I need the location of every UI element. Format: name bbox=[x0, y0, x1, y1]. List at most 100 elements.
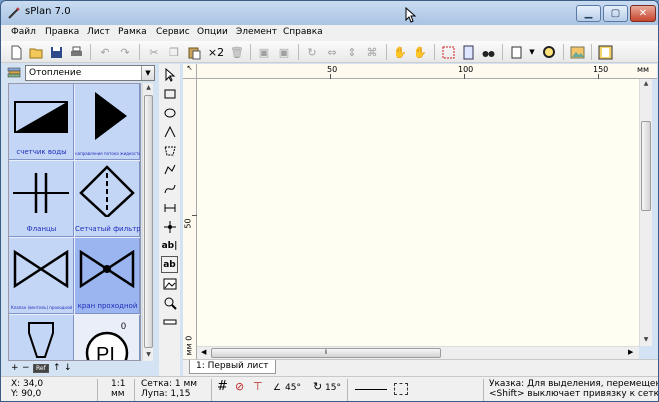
library-nav: + − Ref ↑ ↓ bbox=[9, 363, 159, 375]
scroll-down-icon[interactable]: ▼ bbox=[143, 350, 154, 360]
pen-tool-icon[interactable] bbox=[161, 123, 178, 140]
library-item-label: Клапан (вентиль) проходной bbox=[10, 305, 73, 310]
page-frame-icon[interactable] bbox=[508, 44, 524, 60]
scroll-left-icon[interactable]: ◀ bbox=[201, 348, 206, 356]
library-scrollbar[interactable]: ▲ ▼ bbox=[142, 83, 153, 361]
move-up-button[interactable]: ↑ bbox=[53, 363, 61, 373]
maximize-button[interactable]: ▢ bbox=[603, 5, 628, 22]
scroll-up-icon[interactable]: ▲ bbox=[143, 83, 154, 93]
zoom-icon[interactable] bbox=[541, 44, 557, 60]
open-folder-icon[interactable] bbox=[28, 44, 44, 60]
library-item-flanges[interactable]: Фланцы bbox=[9, 161, 74, 237]
unlock-icon[interactable]: ✋ bbox=[412, 44, 428, 60]
menu-edit[interactable]: Правка bbox=[45, 27, 79, 37]
dimension-tool-icon[interactable] bbox=[161, 199, 178, 216]
angle-snap-value[interactable]: 45° bbox=[285, 383, 301, 393]
main-toolbar: ↶ ↷ ✂ ❐ ×2 🗑 ▣ ▣ ↻ ⇔ ⇕ ⌘ ✋ ✋ ▼ bbox=[1, 41, 658, 63]
library-books-icon[interactable] bbox=[7, 65, 21, 79]
menu-frame[interactable]: Рамка bbox=[118, 27, 147, 37]
close-button[interactable]: ✕ bbox=[630, 5, 656, 22]
delete-icon[interactable]: 🗑 bbox=[229, 44, 245, 60]
duplicate-button[interactable]: ×2 bbox=[206, 44, 226, 60]
bezier-tool-icon[interactable] bbox=[161, 180, 178, 197]
library-category-select[interactable]: Отопление ▼ bbox=[25, 65, 155, 81]
canvas-vertical-scrollbar[interactable]: ▲ ▼ bbox=[639, 79, 652, 346]
library-item-strainer[interactable]: Сетчатый фильтр bbox=[75, 161, 140, 237]
redo-icon[interactable]: ↷ bbox=[117, 44, 133, 60]
line-style-preview[interactable] bbox=[355, 389, 387, 390]
copy-icon[interactable]: ❐ bbox=[166, 44, 182, 60]
rotation-step-value[interactable]: 15° bbox=[325, 383, 341, 393]
parts-list-icon[interactable] bbox=[460, 44, 476, 60]
rectangle-tool-icon[interactable] bbox=[161, 85, 178, 102]
ellipse-tool-icon[interactable] bbox=[161, 104, 178, 121]
zoom-level: Лупа: 1,15 bbox=[141, 389, 191, 399]
connect-icon[interactable] bbox=[440, 44, 456, 60]
library-item-flow-direction[interactable]: направление потока жидкости bbox=[75, 84, 140, 160]
lock-icon[interactable]: ✋ bbox=[392, 44, 408, 60]
new-file-icon[interactable] bbox=[8, 44, 24, 60]
rotation-icon[interactable]: ↻ bbox=[313, 381, 322, 392]
image-tool-icon[interactable] bbox=[161, 275, 178, 292]
library-scroll-thumb[interactable] bbox=[144, 95, 153, 348]
bring-to-front-icon[interactable]: ▣ bbox=[256, 44, 272, 60]
app-window: sPlan 7.0 ▁ ▢ ✕ Файл Правка Лист Рамка С… bbox=[0, 0, 659, 402]
menu-service[interactable]: Сервис bbox=[156, 27, 190, 37]
junction-tool-icon[interactable] bbox=[161, 218, 178, 235]
zoom-tool-icon[interactable] bbox=[161, 294, 178, 311]
scroll-up-icon[interactable]: ▲ bbox=[640, 79, 652, 89]
menu-bar: Файл Правка Лист Рамка Сервис Опции Элем… bbox=[1, 25, 658, 41]
library-item-water-meter[interactable]: счетчик воды bbox=[9, 84, 74, 160]
move-down-button[interactable]: ↓ bbox=[64, 363, 72, 373]
library-item-label: Фланцы bbox=[26, 225, 57, 233]
menu-options[interactable]: Опции bbox=[197, 27, 228, 37]
paste-icon[interactable] bbox=[186, 44, 202, 60]
angle-snap-icon[interactable]: ∠ bbox=[273, 383, 281, 393]
mirror-horizontal-icon[interactable]: ⇔ bbox=[324, 44, 340, 60]
canvas-hscroll-thumb[interactable]: ⦀ bbox=[211, 348, 441, 358]
ruler-corner[interactable]: ↖ bbox=[183, 64, 197, 79]
image-icon[interactable] bbox=[569, 44, 585, 60]
search-binoculars-icon[interactable] bbox=[480, 44, 496, 60]
measure-tool-icon[interactable] bbox=[161, 313, 178, 330]
scroll-down-icon[interactable]: ▼ bbox=[640, 335, 652, 345]
magnet-snap-icon[interactable]: ⊘ bbox=[235, 381, 244, 392]
text-tool-button[interactable]: ab| bbox=[161, 237, 178, 254]
send-to-back-icon[interactable]: ▣ bbox=[276, 44, 292, 60]
polygon-tool-icon[interactable] bbox=[161, 142, 178, 159]
library-item-ball-valve[interactable]: кран проходной bbox=[75, 238, 140, 314]
menu-element[interactable]: Элемент bbox=[236, 27, 277, 37]
drawing-canvas[interactable] bbox=[197, 79, 639, 346]
menu-help[interactable]: Справка bbox=[283, 27, 323, 37]
print-icon[interactable] bbox=[68, 44, 84, 60]
rotate-icon[interactable]: ↻ bbox=[304, 44, 320, 60]
grid-toggle-icon[interactable]: # bbox=[217, 380, 228, 393]
remove-item-button[interactable]: − bbox=[22, 363, 30, 373]
canvas-horizontal-scrollbar[interactable]: ◀ ⦀ ▶ bbox=[197, 346, 639, 359]
selection-mode-icon[interactable] bbox=[394, 383, 408, 395]
library-item-nozzle[interactable] bbox=[9, 315, 74, 360]
mirror-vertical-icon[interactable]: ⇕ bbox=[344, 44, 360, 60]
menu-file[interactable]: Файл bbox=[11, 27, 36, 37]
mouse-cursor-icon bbox=[405, 7, 417, 23]
sheet-tab-first[interactable]: 1: Первый лист bbox=[189, 360, 276, 374]
chevron-down-icon[interactable]: ▼ bbox=[527, 44, 537, 60]
minimize-button[interactable]: ▁ bbox=[576, 5, 601, 22]
canvas-vscroll-thumb[interactable] bbox=[641, 121, 651, 211]
undo-icon[interactable]: ↶ bbox=[97, 44, 113, 60]
pointer-icon[interactable] bbox=[161, 66, 178, 83]
add-item-button[interactable]: + bbox=[11, 363, 19, 373]
library-ref-button[interactable]: Ref bbox=[33, 364, 49, 373]
textbox-tool-button[interactable]: ab bbox=[161, 256, 178, 273]
menu-sheet[interactable]: Лист bbox=[87, 27, 110, 37]
polyline-tool-icon[interactable] bbox=[161, 161, 178, 178]
scroll-right-icon[interactable]: ▶ bbox=[628, 348, 633, 356]
library-item-pressure-indicator[interactable]: PI 0 bbox=[75, 315, 140, 360]
save-icon[interactable] bbox=[48, 44, 64, 60]
frame-layout-icon[interactable] bbox=[597, 44, 613, 60]
connection-snap-icon[interactable]: ⊤ bbox=[253, 381, 263, 392]
group-icon[interactable]: ⌘ bbox=[364, 44, 380, 60]
cut-icon[interactable]: ✂ bbox=[146, 44, 162, 60]
library-item-gate-valve[interactable]: Клапан (вентиль) проходной bbox=[9, 238, 74, 314]
chevron-down-icon[interactable]: ▼ bbox=[141, 66, 154, 80]
